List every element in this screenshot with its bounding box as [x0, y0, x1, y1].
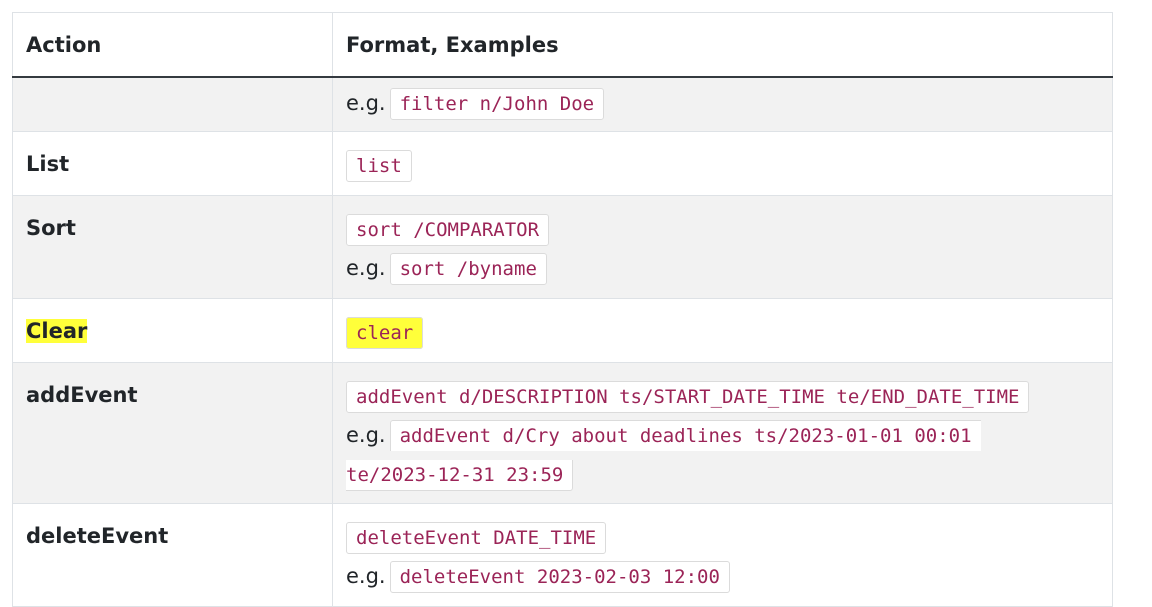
- header-format: Format, Examples: [332, 12, 1113, 78]
- example-code-addevent-line2: te/2023-12-31 23:59: [346, 460, 574, 491]
- table-row-clear: Clear clear: [12, 298, 1113, 363]
- table-row-sort: Sort sort /COMPARATOR e.g. sort /byname: [12, 195, 1113, 299]
- cell-action-deleteevent: deleteEvent: [12, 503, 333, 607]
- table-row-filter: e.g. filter n/John Doe: [12, 76, 1113, 132]
- cell-format-clear: clear: [332, 298, 1113, 363]
- action-label-clear: Clear: [26, 319, 88, 343]
- example-code-filter: filter n/John Doe: [389, 88, 605, 120]
- example-prefix: e.g.: [346, 564, 386, 588]
- cell-action-sort: Sort: [12, 195, 333, 299]
- cell-format-sort: sort /COMPARATOR e.g. sort /byname: [332, 195, 1113, 299]
- example-code-deleteevent: deleteEvent 2023-02-03 12:00: [389, 561, 730, 593]
- table-row-addevent: addEvent addEvent d/DESCRIPTION ts/START…: [12, 362, 1113, 504]
- command-summary-table-container: Action Format, Examples e.g. filter n/Joh…: [12, 12, 1113, 607]
- format-code-sort: sort /COMPARATOR: [346, 214, 550, 246]
- command-summary-table: Action Format, Examples e.g. filter n/Joh…: [12, 12, 1113, 607]
- cell-format-deleteevent: deleteEvent DATE_TIME e.g. deleteEvent 20…: [332, 503, 1113, 607]
- cell-format-filter: e.g. filter n/John Doe: [332, 76, 1113, 132]
- format-code-addevent: addEvent d/DESCRIPTION ts/START_DATE_TIM…: [346, 381, 1030, 413]
- format-code-deleteevent: deleteEvent DATE_TIME: [346, 522, 607, 554]
- format-code-list: list: [346, 150, 412, 182]
- table-row-list: List list: [12, 131, 1113, 196]
- cell-format-list: list: [332, 131, 1113, 196]
- table-header-row: Action Format, Examples: [12, 12, 1113, 78]
- example-prefix: e.g.: [346, 423, 386, 447]
- example-prefix: e.g.: [346, 256, 386, 280]
- header-action: Action: [12, 12, 333, 78]
- example-code-addevent-line1: addEvent d/Cry about deadlines ts/2023-0…: [389, 420, 981, 451]
- cell-format-addevent: addEvent d/DESCRIPTION ts/START_DATE_TIM…: [332, 362, 1113, 504]
- cell-action-clear: Clear: [12, 298, 333, 363]
- table-row-deleteevent: deleteEvent deleteEvent DATE_TIME e.g. de…: [12, 503, 1113, 607]
- cell-action-filter: [12, 76, 333, 132]
- format-code-clear: clear: [346, 317, 424, 349]
- example-code-sort: sort /byname: [389, 253, 547, 285]
- example-prefix: e.g.: [346, 91, 386, 115]
- cell-action-addevent: addEvent: [12, 362, 333, 504]
- cell-action-list: List: [12, 131, 333, 196]
